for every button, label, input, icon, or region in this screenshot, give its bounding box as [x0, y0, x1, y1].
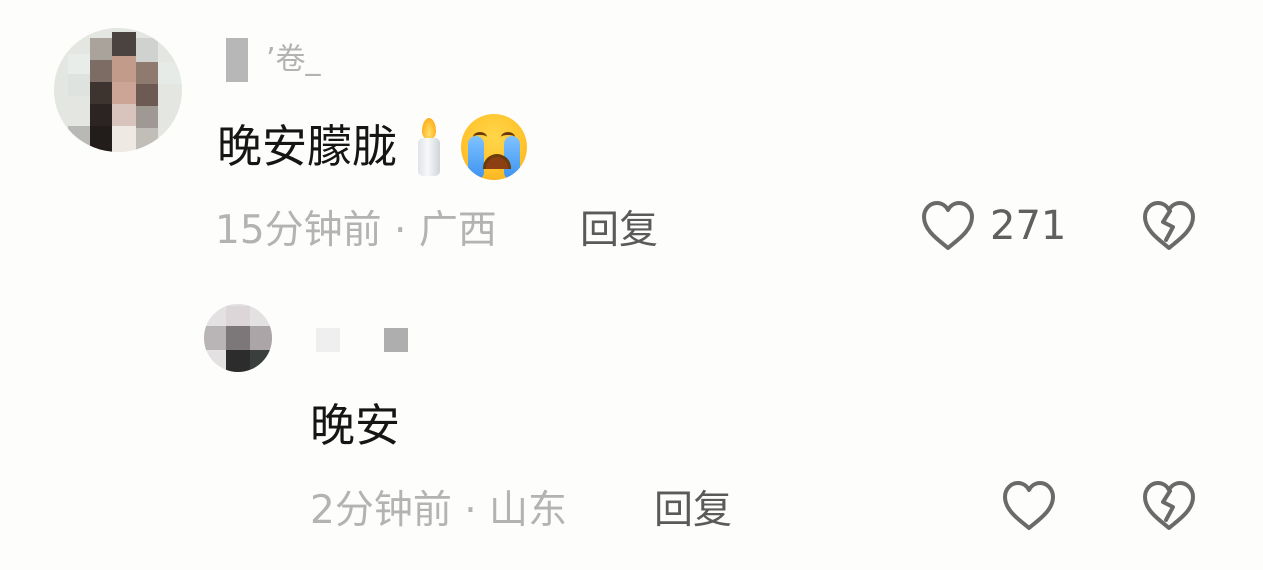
reply-button[interactable]: 回复: [654, 486, 732, 536]
avatar-pixel: [90, 82, 112, 104]
broken-heart-outline-icon: [1141, 480, 1197, 532]
avatar-pixel: [90, 38, 112, 60]
comment-text: 晚安朦胧: [217, 120, 398, 173]
avatar-pixel: [136, 62, 158, 84]
avatar-pixel: [68, 54, 90, 74]
like-button[interactable]: 271: [920, 200, 1066, 252]
avatar-pixel: [112, 104, 136, 126]
avatar-pixel: [90, 126, 112, 152]
comment-body: 晚安朦胧: [217, 114, 528, 180]
broken-heart-outline-icon: [1141, 200, 1197, 252]
reply-button[interactable]: 回复: [580, 206, 658, 256]
avatar-pixel: [136, 84, 158, 106]
avatar-pixel: [90, 60, 112, 82]
dislike-button[interactable]: [1141, 480, 1197, 532]
heart-outline-icon: [1001, 480, 1057, 532]
comment-body: 晚安: [310, 396, 400, 456]
avatar-pixel: [136, 106, 158, 128]
avatar-pixel: [112, 126, 136, 152]
username-redacted[interactable]: [316, 328, 408, 354]
avatar-pixel: [226, 306, 250, 326]
avatar-pixel: [226, 350, 250, 372]
avatar-pixel: [226, 326, 250, 350]
username-redacted[interactable]: ’卷_: [226, 38, 336, 86]
avatar-pixel: [250, 350, 272, 372]
username-mosaic-block: [316, 328, 340, 352]
avatar-pixel: [112, 32, 136, 56]
comment-text: 晚安: [310, 399, 401, 452]
avatar-pixel: [68, 74, 90, 96]
avatar-pixel: [90, 104, 112, 126]
username-mosaic-block: [226, 38, 248, 82]
username-mosaic-block: [384, 328, 408, 352]
comment-meta: 15分钟前 · 广西: [215, 208, 497, 253]
avatar-pixel: [136, 128, 158, 152]
heart-outline-icon: [920, 200, 976, 252]
loudly-crying-face-emoji: [461, 114, 528, 180]
comment-meta: 2分钟前 · 山东: [310, 488, 568, 533]
avatar-pixel: [112, 56, 136, 82]
avatar[interactable]: [54, 28, 182, 152]
avatar-pixel: [68, 126, 90, 148]
candle-emoji: [413, 116, 443, 178]
like-button[interactable]: [1001, 480, 1057, 532]
username-fragment: ’卷_: [266, 42, 321, 77]
avatar-pixel: [250, 326, 272, 350]
avatar-pixel: [204, 326, 226, 350]
dislike-button[interactable]: [1141, 200, 1197, 252]
avatar[interactable]: [204, 304, 272, 372]
avatar-pixel: [136, 38, 158, 62]
avatar-pixel: [158, 62, 182, 84]
avatar-pixel: [112, 82, 136, 104]
like-count: 271: [990, 203, 1067, 249]
